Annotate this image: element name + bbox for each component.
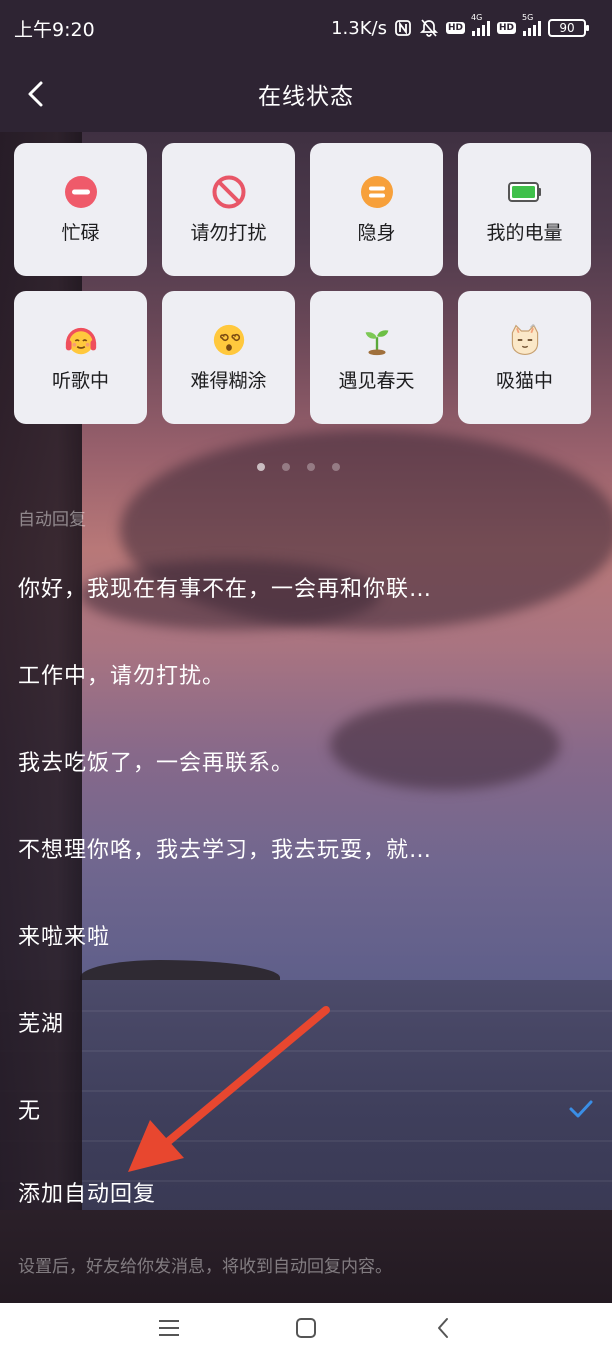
status-grid: 忙碌 请勿打扰 隐身 我的电量 听歌中 难得糊涂 遇见春天 吸猫中 [14,143,598,424]
reply-text: 我去吃饭了，一会再联系。 [18,750,295,776]
status-icons: 1.3K/s HD 4G HD 5G 90 [331,13,589,39]
status-label: 我的电量 [486,222,563,244]
status-meet-spring[interactable]: 遇见春天 [310,291,443,424]
back-triangle-icon [438,1318,449,1338]
status-busy[interactable]: 忙碌 [14,143,147,276]
battery-icon [507,174,543,210]
status-listening-music[interactable]: 听歌中 [14,291,147,424]
add-auto-reply-button[interactable]: 添加自动回复 [18,1176,156,1208]
status-petting-cat[interactable]: 吸猫中 [458,291,591,424]
status-label: 吸猫中 [495,370,553,392]
status-time: 上午9:20 [14,18,95,41]
reply-text: 来啦来啦 [18,924,111,950]
back-button[interactable] [20,78,52,110]
page-dot[interactable] [307,463,315,471]
headphones-emoji-icon [63,322,99,358]
list-item[interactable]: 你好，我现在有事不在，一会再和你联… [0,543,612,630]
status-invisible[interactable]: 隐身 [310,143,443,276]
reply-text: 工作中，请勿打扰。 [18,663,226,689]
page-indicator [257,463,340,471]
cat-icon [507,322,543,358]
sprout-icon [359,322,395,358]
status-do-not-disturb[interactable]: 请勿打扰 [162,143,295,276]
page-title: 在线状态 [258,84,354,110]
status-label: 忙碌 [61,222,100,244]
status-bar: 上午9:20 1.3K/s HD 4G HD 5G 90 [0,0,612,56]
reply-text: 不想理你咯，我去学习，我去玩耍，就… [18,837,433,863]
list-item-selected[interactable]: 无 [0,1065,612,1152]
battery-indicator: 90 [548,19,589,37]
reply-text: 你好，我现在有事不在，一会再和你联… [18,576,433,602]
status-label: 隐身 [357,222,396,244]
list-item[interactable]: 我去吃饭了，一会再联系。 [0,717,612,804]
status-label: 遇见春天 [338,370,415,392]
page-dot[interactable] [282,463,290,471]
auto-reply-hint: 设置后，好友给你发消息，将收到自动回复内容。 [18,1257,392,1277]
home-square-icon [295,1318,316,1338]
top-bar: 在线状态 [0,56,612,132]
mute-bell-icon [419,18,439,38]
auto-reply-list: 你好，我现在有事不在，一会再和你联… 工作中，请勿打扰。 我去吃饭了，一会再联系… [0,543,612,1152]
status-label: 难得糊涂 [190,370,267,392]
dizzy-emoji-icon [211,322,247,358]
list-item[interactable]: 不想理你咯，我去学习，我去玩耍，就… [0,804,612,891]
menu-icon [158,1320,179,1336]
signal-4g-icon: 4G [471,13,490,36]
hd-badge: HD [445,22,465,34]
reply-text: 芜湖 [18,1011,65,1037]
page-dot[interactable] [332,463,340,471]
list-item[interactable]: 工作中，请勿打扰。 [0,630,612,717]
signal-5g-icon: 5G [522,13,541,36]
hd-badge-2: HD [496,22,516,34]
busy-icon [63,174,99,210]
menu-button[interactable] [149,1308,189,1348]
system-nav-bar [0,1303,612,1353]
status-label: 请勿打扰 [190,222,267,244]
page-dot[interactable] [257,463,265,471]
home-button[interactable] [286,1308,326,1348]
network-speed: 1.3K/s [331,17,387,39]
chevron-left-icon [28,81,43,107]
list-item[interactable]: 来啦来啦 [0,891,612,978]
auto-reply-section-title: 自动回复 [18,510,86,530]
list-item[interactable]: 芜湖 [0,978,612,1065]
reply-text: 无 [18,1098,42,1124]
nfc-icon [394,19,412,37]
system-back-button[interactable] [423,1308,463,1348]
status-muddled[interactable]: 难得糊涂 [162,291,295,424]
check-icon [569,1100,593,1117]
do-not-disturb-icon [211,174,247,210]
invisible-icon [359,174,395,210]
status-label: 听歌中 [51,370,109,392]
status-my-battery[interactable]: 我的电量 [458,143,591,276]
